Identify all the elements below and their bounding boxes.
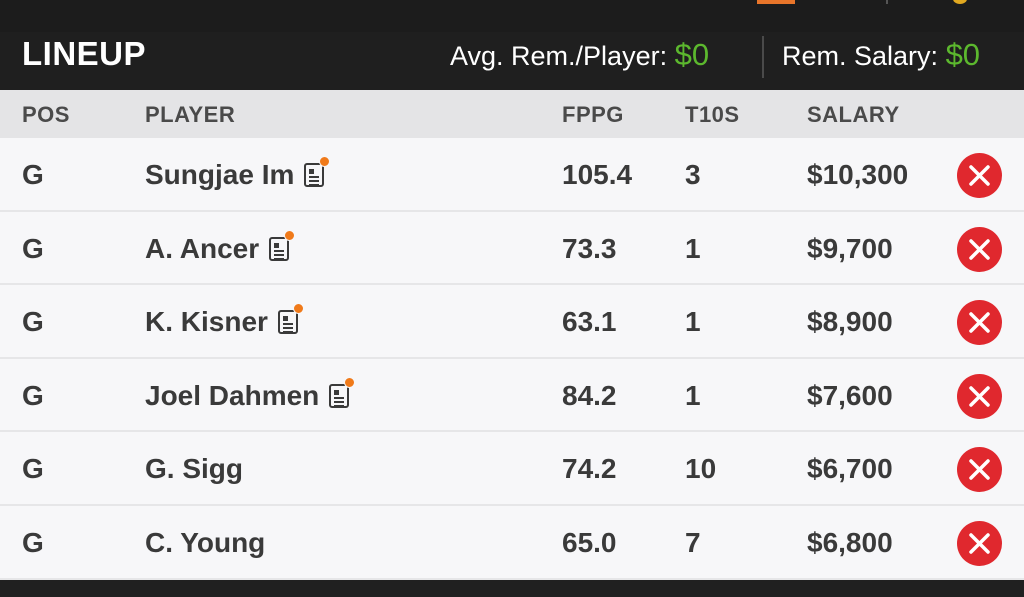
table-row[interactable]: G K. Kisner 63.1 1 $8,900 bbox=[0, 285, 1024, 359]
remove-player-button[interactable] bbox=[957, 226, 1002, 272]
player-name[interactable]: Sungjae Im bbox=[145, 158, 294, 192]
player-name[interactable]: Joel Dahmen bbox=[145, 379, 319, 413]
table-row[interactable]: G C. Young 65.0 7 $6,800 bbox=[0, 505, 1024, 580]
remove-player-button[interactable] bbox=[957, 153, 1002, 198]
news-alert-dot bbox=[292, 303, 304, 315]
table-row[interactable]: G A. Ancer 73.3 1 $9,700 bbox=[0, 211, 1024, 286]
player-position: G bbox=[22, 232, 44, 264]
player-position: G bbox=[22, 306, 44, 338]
remove-player-button[interactable] bbox=[957, 447, 1002, 493]
avg-remaining-label: Avg. Rem./Player: bbox=[450, 41, 668, 71]
coin-icon[interactable] bbox=[953, 0, 967, 4]
player-fppg: 105.4 bbox=[562, 159, 633, 190]
column-header-pos[interactable]: POS bbox=[22, 103, 70, 127]
player-news-icon[interactable] bbox=[277, 303, 304, 335]
nav-tab-indicator[interactable] bbox=[757, 0, 795, 4]
player-fppg: 63.1 bbox=[562, 306, 617, 338]
remove-player-button[interactable] bbox=[957, 300, 1002, 346]
remove-player-icon bbox=[969, 238, 990, 260]
player-salary: $8,900 bbox=[807, 306, 893, 338]
player-t10s: 7 bbox=[685, 526, 701, 558]
player-news-icon[interactable] bbox=[269, 229, 296, 261]
table-row[interactable]: G Sungjae Im 105.4 3 $10,300 bbox=[0, 138, 1024, 212]
column-header-salary[interactable]: SALARY bbox=[807, 103, 900, 127]
player-name[interactable]: C. Young bbox=[145, 526, 265, 560]
player-salary: $6,700 bbox=[807, 453, 893, 485]
lineup-header: LINEUP Avg. Rem./Player: $0 Rem. Salary:… bbox=[0, 32, 1024, 90]
player-fppg: 65.0 bbox=[562, 526, 617, 558]
remove-player-icon bbox=[969, 459, 990, 481]
player-salary: $10,300 bbox=[807, 159, 909, 190]
player-cell[interactable]: A. Ancer bbox=[145, 229, 296, 266]
player-news-icon[interactable] bbox=[329, 376, 356, 408]
player-position: G bbox=[22, 526, 44, 558]
player-salary: $7,600 bbox=[807, 379, 893, 411]
player-salary: $9,700 bbox=[807, 232, 893, 264]
player-t10s: 3 bbox=[685, 159, 701, 190]
remove-player-icon bbox=[969, 312, 990, 333]
remove-player-icon bbox=[969, 386, 990, 407]
player-t10s: 1 bbox=[685, 232, 701, 264]
header-divider bbox=[762, 36, 764, 78]
table-row[interactable]: G Joel Dahmen 84.2 1 $7,600 bbox=[0, 358, 1024, 433]
player-name[interactable]: A. Ancer bbox=[145, 232, 259, 266]
player-cell[interactable]: Sungjae Im bbox=[145, 156, 331, 192]
table-header: POS PLAYER FPPG T10S SALARY bbox=[0, 90, 1024, 138]
avg-remaining-per-player: Avg. Rem./Player: $0 bbox=[450, 36, 709, 75]
player-t10s: 1 bbox=[685, 379, 701, 411]
player-fppg: 74.2 bbox=[562, 453, 617, 485]
nav-divider bbox=[886, 0, 888, 4]
remove-player-button[interactable] bbox=[957, 373, 1002, 419]
remaining-salary: Rem. Salary: $0 bbox=[782, 36, 980, 75]
player-news-icon[interactable] bbox=[304, 156, 331, 187]
top-nav-bar bbox=[0, 0, 1024, 32]
player-t10s: 10 bbox=[685, 453, 717, 485]
bottom-bar bbox=[0, 580, 1024, 597]
player-fppg: 84.2 bbox=[562, 379, 617, 411]
player-position: G bbox=[22, 453, 44, 485]
lineup-title: LINEUP bbox=[22, 35, 147, 72]
player-cell[interactable]: G. Sigg bbox=[145, 452, 243, 486]
player-name[interactable]: G. Sigg bbox=[145, 452, 243, 486]
column-header-player[interactable]: PLAYER bbox=[145, 103, 235, 127]
remove-player-icon bbox=[969, 165, 990, 186]
player-cell[interactable]: K. Kisner bbox=[145, 303, 304, 339]
news-alert-dot bbox=[344, 376, 356, 388]
lineup-table: G Sungjae Im 105.4 3 $10,300 G A. Ancer 73.3 1 $9… bbox=[0, 138, 1024, 580]
player-cell[interactable]: C. Young bbox=[145, 526, 265, 560]
player-position: G bbox=[22, 159, 44, 190]
news-alert-dot bbox=[284, 229, 296, 241]
column-header-t10s[interactable]: T10S bbox=[685, 103, 740, 127]
player-cell[interactable]: Joel Dahmen bbox=[145, 376, 356, 413]
column-header-fppg[interactable]: FPPG bbox=[562, 103, 624, 127]
player-salary: $6,800 bbox=[807, 526, 893, 558]
player-t10s: 1 bbox=[685, 306, 701, 338]
remove-player-icon bbox=[969, 533, 990, 554]
avg-remaining-value: $0 bbox=[674, 37, 710, 72]
remaining-salary-label: Rem. Salary: bbox=[782, 41, 939, 71]
player-fppg: 73.3 bbox=[562, 232, 617, 264]
news-alert-dot bbox=[319, 156, 331, 167]
remaining-salary-value: $0 bbox=[945, 37, 981, 72]
player-position: G bbox=[22, 379, 44, 411]
remove-player-button[interactable] bbox=[957, 520, 1002, 566]
table-row[interactable]: G G. Sigg 74.2 10 $6,700 bbox=[0, 432, 1024, 506]
player-name[interactable]: K. Kisner bbox=[145, 305, 268, 339]
